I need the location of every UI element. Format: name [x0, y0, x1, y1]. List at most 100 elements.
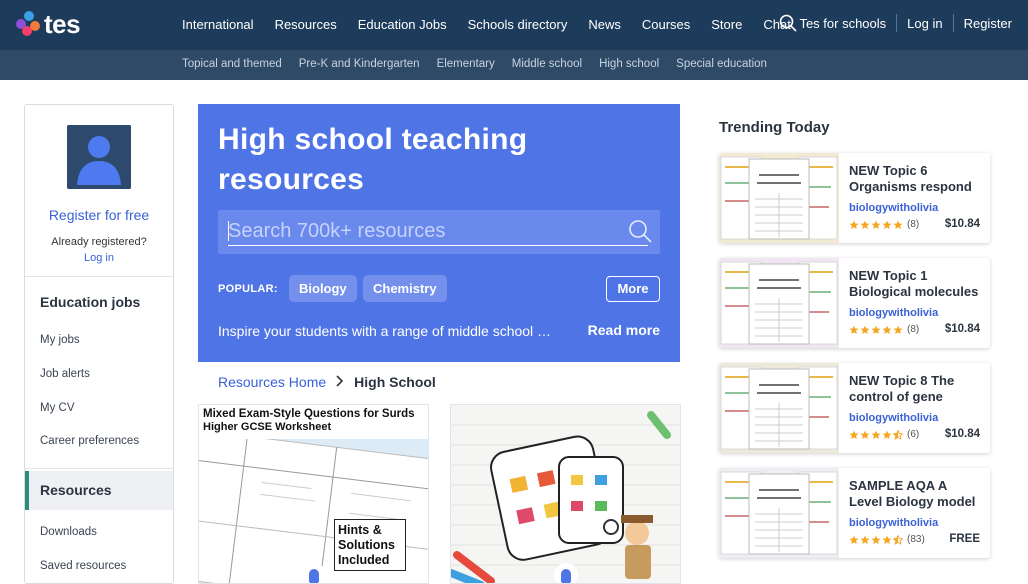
sidebar-divider [25, 276, 173, 277]
review-count: (6) [907, 429, 920, 440]
star-rating: (83) [849, 534, 925, 545]
star-icon [871, 325, 882, 335]
trending-item-author[interactable]: biologywitholivia [849, 412, 938, 424]
review-count: (8) [907, 324, 920, 335]
star-icon [860, 325, 871, 335]
location-pin-icon [554, 563, 578, 583]
trending-item-title[interactable]: NEW Topic 8 The control of gene [849, 373, 981, 405]
subnav-high-school[interactable]: High school [599, 58, 659, 70]
chevron-right-icon [336, 374, 344, 390]
sidebar-item-downloads[interactable]: Downloads [40, 526, 97, 538]
read-more-link[interactable]: Read more [588, 322, 660, 338]
trending-item[interactable]: NEW Topic 8 The control of gene biologywi… [719, 363, 990, 453]
register-link[interactable]: Register [964, 16, 1012, 31]
trending-item-price: $10.84 [944, 428, 980, 440]
card-heading: Mixed Exam-Style Questions for Surds [203, 408, 415, 420]
star-icon [860, 535, 871, 545]
tes-logo-icon [16, 11, 42, 37]
nav-education-jobs[interactable]: Education Jobs [358, 17, 447, 32]
breadcrumb-home[interactable]: Resources Home [218, 374, 326, 390]
trending-item[interactable]: NEW Topic 1 Biological molecules biologyw… [719, 258, 990, 348]
sidebar-login-link[interactable]: Log in [25, 252, 173, 264]
top-navbar: tes International Resources Education Jo… [0, 0, 1028, 50]
sidebar-divider [25, 468, 173, 469]
star-icon [882, 430, 893, 440]
nav-resources[interactable]: Resources [275, 17, 337, 32]
breadcrumb: Resources Home High School [218, 374, 436, 390]
nav-store[interactable]: Store [711, 17, 742, 32]
sidebar-item-job-alerts[interactable]: Job alerts [40, 368, 90, 380]
star-icon [893, 220, 904, 230]
nav-schools-directory[interactable]: Schools directory [468, 17, 568, 32]
review-count: (8) [907, 219, 920, 230]
star-icon [871, 220, 882, 230]
star-rating: (8) [849, 219, 919, 230]
sidebar-heading-education-jobs[interactable]: Education jobs [40, 294, 140, 310]
resource-card[interactable]: Mixed Exam-Style Questions for Surds Hig… [198, 404, 429, 584]
trending-thumbnail [719, 468, 839, 558]
trending-item-title[interactable]: NEW Topic 1 Biological molecules [849, 268, 981, 300]
breadcrumb-current: High School [354, 374, 436, 390]
review-count: (83) [907, 534, 925, 545]
sidebar-item-career-preferences[interactable]: Career preferences [40, 435, 139, 447]
trending-thumbnail [719, 363, 839, 453]
trending-item-price: $10.84 [944, 218, 980, 230]
hero-description: Inspire your students with a range of mi… [218, 323, 552, 339]
star-rating: (8) [849, 324, 919, 335]
nav-divider [952, 14, 954, 32]
main-nav: International Resources Education Jobs S… [182, 17, 812, 32]
trending-item-author[interactable]: biologywitholivia [849, 307, 938, 319]
subnav-prek[interactable]: Pre-K and Kindergarten [299, 58, 420, 70]
sidebar-section-resources[interactable]: Resources [25, 471, 173, 510]
sidebar-heading-resources: Resources [40, 482, 112, 498]
nav-international[interactable]: International [182, 17, 254, 32]
chip-biology[interactable]: Biology [289, 275, 357, 302]
nav-news[interactable]: News [588, 17, 621, 32]
hero-search-box [218, 210, 660, 254]
page-title: High school teaching resources [218, 123, 528, 196]
trending-item[interactable]: NEW Topic 6 Organisms respond biologywith… [719, 153, 990, 243]
star-icon [849, 220, 860, 230]
trending-item[interactable]: SAMPLE AQA A Level Biology model biologyw… [719, 468, 990, 558]
subnav-topical[interactable]: Topical and themed [182, 58, 282, 70]
tes-logo[interactable]: tes [16, 9, 81, 39]
search-icon[interactable] [779, 14, 798, 32]
trending-title: Trending Today [719, 119, 830, 136]
star-icon [849, 430, 860, 440]
chip-chemistry[interactable]: Chemistry [363, 275, 447, 302]
search-input[interactable] [228, 218, 618, 244]
star-icon [882, 220, 893, 230]
sidebar-item-my-jobs[interactable]: My jobs [40, 334, 80, 346]
star-icon [882, 325, 893, 335]
avatar [67, 125, 131, 189]
star-icon [882, 535, 893, 545]
hero-banner: High school teaching resources POPULAR: … [198, 104, 680, 362]
sidebar-item-my-cv[interactable]: My CV [40, 402, 75, 414]
star-icon [849, 325, 860, 335]
more-button[interactable]: More [606, 276, 660, 302]
vocabulary-illustration [451, 405, 680, 583]
trending-item-author[interactable]: biologywitholivia [849, 202, 938, 214]
star-icon [871, 430, 882, 440]
trending-item-price: FREE [949, 533, 980, 545]
trending-item-title[interactable]: SAMPLE AQA A Level Biology model [849, 478, 981, 510]
subnav-middle-school[interactable]: Middle school [512, 58, 582, 70]
card-thumbnail: Mixed Exam-Style Questions for Surds Hig… [199, 405, 428, 583]
star-icon [860, 430, 871, 440]
register-free-link[interactable]: Register for free [25, 207, 173, 223]
trending-item-author[interactable]: biologywitholivia [849, 517, 938, 529]
subnav-elementary[interactable]: Elementary [437, 58, 495, 70]
search-icon[interactable] [628, 219, 652, 248]
resource-card[interactable] [450, 404, 681, 584]
user-silhouette-icon [67, 125, 131, 189]
trending-item-price: $10.84 [944, 323, 980, 335]
sidebar-item-saved-resources[interactable]: Saved resources [40, 560, 126, 572]
star-icon [893, 429, 904, 440]
login-link[interactable]: Log in [907, 16, 942, 31]
tes-for-schools-link[interactable]: Tes for schools [799, 16, 886, 31]
nav-courses[interactable]: Courses [642, 17, 690, 32]
trending-item-title[interactable]: NEW Topic 6 Organisms respond [849, 163, 981, 195]
subnav-special-education[interactable]: Special education [676, 58, 767, 70]
card-subheading: Higher GCSE Worksheet [203, 421, 332, 433]
logo-wordmark: tes [44, 9, 81, 39]
